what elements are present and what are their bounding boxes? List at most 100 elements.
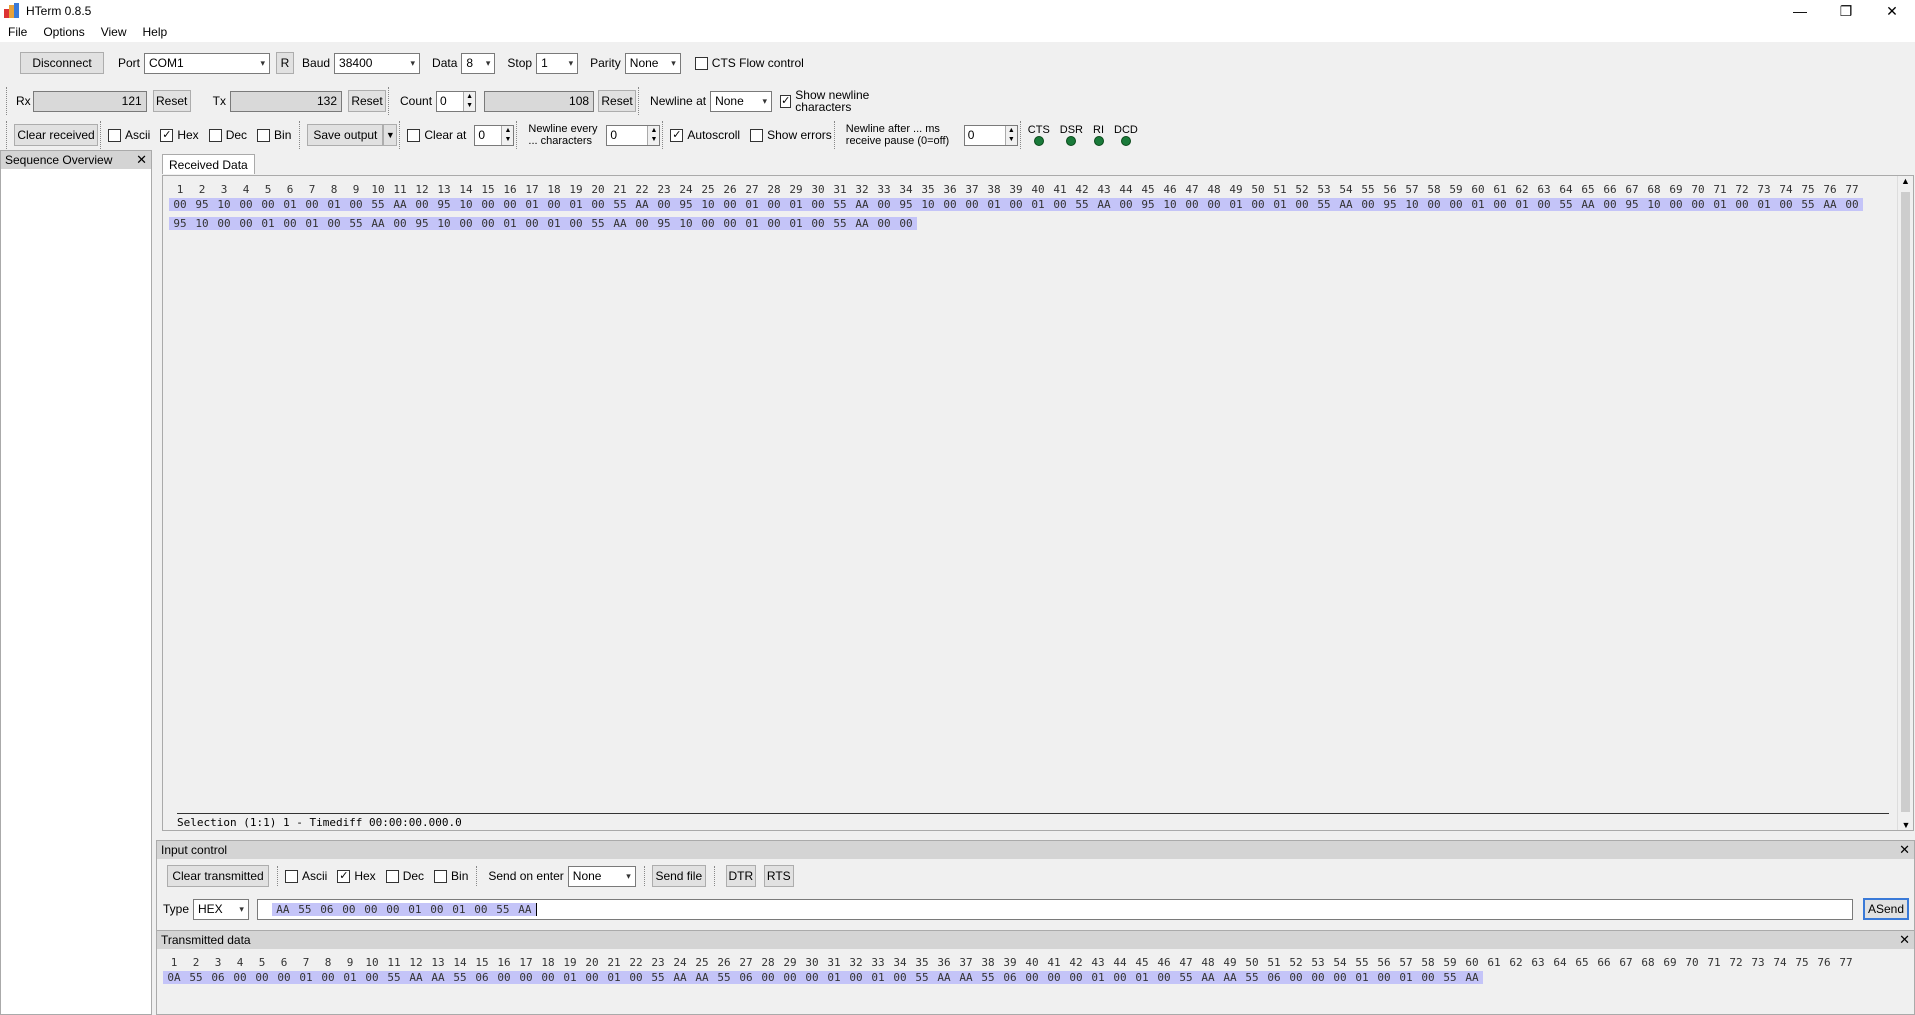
asend-button[interactable]: ASend [1863, 898, 1909, 920]
received-byte[interactable]: AA [631, 198, 653, 211]
received-byte[interactable]: 95 [1379, 198, 1401, 211]
received-byte[interactable]: 00 [1841, 198, 1863, 211]
input-byte[interactable]: AA [513, 902, 536, 916]
received-byte[interactable]: 01 [741, 217, 763, 230]
received-byte[interactable]: AA [1093, 198, 1115, 211]
transmitted-byte[interactable]: 01 [1351, 971, 1373, 984]
count-reset-button[interactable]: Reset [598, 90, 637, 112]
received-byte[interactable]: AA [851, 217, 873, 230]
received-byte[interactable]: 00 [345, 198, 367, 211]
received-byte[interactable]: 00 [873, 198, 895, 211]
transmitted-byte[interactable]: 55 [1439, 971, 1461, 984]
stop-bits-select[interactable]: 1 ▾ [536, 52, 579, 74]
transmitted-byte[interactable]: 0A [163, 971, 185, 984]
transmitted-byte[interactable]: 06 [207, 971, 229, 984]
received-byte[interactable]: 00 [1357, 198, 1379, 211]
received-byte[interactable]: 00 [895, 217, 917, 230]
received-byte[interactable]: 01 [785, 217, 807, 230]
type-select[interactable]: HEX ▾ [193, 898, 249, 920]
transmitted-byte[interactable]: 55 [185, 971, 207, 984]
input-byte[interactable]: 00 [425, 902, 448, 916]
transmitted-byte[interactable]: 00 [845, 971, 867, 984]
ascii-checkbox[interactable]: Ascii [108, 128, 150, 142]
received-byte[interactable]: 00 [719, 217, 741, 230]
menu-options[interactable]: Options [35, 25, 92, 39]
received-byte[interactable]: 00 [477, 217, 499, 230]
transmitted-byte[interactable]: 55 [449, 971, 471, 984]
hex-checkbox[interactable]: ✓ Hex [160, 128, 199, 142]
received-byte[interactable]: 10 [433, 217, 455, 230]
received-byte[interactable]: 00 [697, 217, 719, 230]
send-file-button[interactable]: Send file [651, 865, 706, 887]
received-byte[interactable]: 01 [279, 198, 301, 211]
received-byte[interactable]: 00 [939, 198, 961, 211]
transmitted-byte[interactable]: 55 [911, 971, 933, 984]
received-byte[interactable]: AA [609, 217, 631, 230]
scroll-up-icon[interactable]: ▲ [1898, 176, 1913, 186]
show-errors-checkbox[interactable]: Show errors [750, 128, 832, 142]
received-byte[interactable]: 95 [191, 198, 213, 211]
received-byte[interactable]: 00 [1005, 198, 1027, 211]
received-byte[interactable]: 00 [543, 198, 565, 211]
toolbar-grip[interactable] [1019, 121, 1026, 149]
transmitted-byte[interactable]: 00 [1329, 971, 1351, 984]
transmitted-byte[interactable]: AA [427, 971, 449, 984]
received-byte[interactable]: 00 [279, 217, 301, 230]
received-byte[interactable]: 55 [1797, 198, 1819, 211]
received-byte[interactable]: 01 [1225, 198, 1247, 211]
transmitted-byte[interactable]: 55 [383, 971, 405, 984]
received-byte[interactable]: 95 [1137, 198, 1159, 211]
input-byte[interactable]: 00 [381, 902, 404, 916]
tx-reset-button[interactable]: Reset [348, 90, 387, 112]
received-byte[interactable]: 01 [323, 198, 345, 211]
toolbar-grip[interactable] [516, 121, 522, 149]
toolbar-grip[interactable] [399, 121, 405, 149]
transmitted-byte[interactable]: 01 [339, 971, 361, 984]
received-byte[interactable]: 95 [169, 217, 191, 230]
received-byte[interactable]: AA [389, 198, 411, 211]
received-byte[interactable]: 00 [1599, 198, 1621, 211]
transmitted-byte[interactable]: 01 [295, 971, 317, 984]
hex-input-field[interactable]: AA 55 06 00 00 00 01 00 01 00 55 AA [256, 898, 1853, 920]
scrollbar-thumb[interactable] [1901, 192, 1910, 812]
transmitted-byte[interactable]: 00 [779, 971, 801, 984]
newline-after-spinner[interactable]: 0 ▲ ▼ [963, 124, 1018, 146]
received-byte[interactable]: 00 [477, 198, 499, 211]
transmitted-byte[interactable]: 00 [1307, 971, 1329, 984]
disconnect-button[interactable]: Disconnect [20, 52, 104, 74]
received-byte[interactable]: 01 [257, 217, 279, 230]
received-byte[interactable]: 10 [455, 198, 477, 211]
received-byte[interactable]: 00 [213, 217, 235, 230]
input-byte[interactable]: 06 [315, 902, 338, 916]
received-data-row[interactable]: 95 10 00 00 01 00 01 00 55 AA 00 95 10 00 00 01 00 01 00 55… [169, 216, 1863, 231]
received-byte[interactable]: 00 [1445, 198, 1467, 211]
transmitted-byte[interactable]: 00 [251, 971, 273, 984]
transmitted-byte[interactable]: 55 [1241, 971, 1263, 984]
transmitted-byte[interactable]: 01 [559, 971, 581, 984]
transmitted-byte[interactable]: 00 [801, 971, 823, 984]
clear-transmitted-button[interactable]: Clear transmitted [167, 865, 269, 887]
transmitted-data-row[interactable]: 0A 55 06 00 00 00 01 00 01 00 55 AA AA 55 06 00 00 00 01 00… [163, 970, 1857, 985]
transmitted-byte[interactable]: 00 [273, 971, 295, 984]
received-byte[interactable]: 00 [1775, 198, 1797, 211]
transmitted-byte[interactable]: 55 [977, 971, 999, 984]
transmitted-byte[interactable]: AA [1461, 971, 1483, 984]
received-byte[interactable]: 00 [1115, 198, 1137, 211]
received-byte[interactable]: 55 [345, 217, 367, 230]
toolbar-grip[interactable] [299, 121, 305, 149]
count-spinner[interactable]: 0 ▲ ▼ [436, 90, 477, 112]
transmitted-byte[interactable]: 01 [1087, 971, 1109, 984]
received-byte[interactable]: 55 [367, 198, 389, 211]
received-byte[interactable]: AA [1335, 198, 1357, 211]
close-icon[interactable]: ✕ [1899, 842, 1914, 858]
received-byte[interactable]: 10 [1643, 198, 1665, 211]
received-byte[interactable]: 00 [411, 198, 433, 211]
tab-received-data[interactable]: Received Data [162, 154, 255, 174]
received-byte[interactable]: 10 [917, 198, 939, 211]
transmitted-byte[interactable]: AA [691, 971, 713, 984]
received-byte[interactable]: 01 [983, 198, 1005, 211]
transmitted-byte[interactable]: 06 [1263, 971, 1285, 984]
transmitted-byte[interactable]: 00 [889, 971, 911, 984]
transmitted-byte[interactable]: 06 [471, 971, 493, 984]
received-byte[interactable]: 95 [433, 198, 455, 211]
